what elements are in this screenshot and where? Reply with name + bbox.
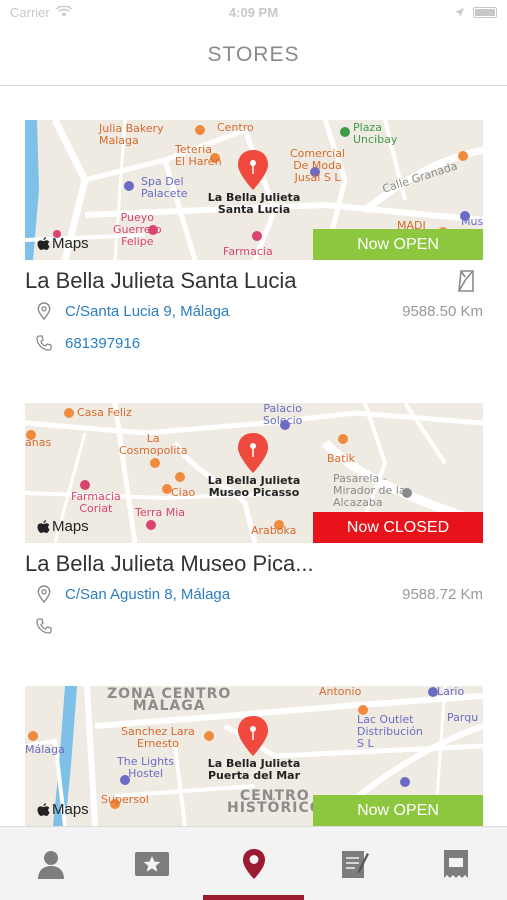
store-card[interactable]: Julia Bakery Malaga Centro Teteria El Haré… (25, 120, 483, 358)
receipt-icon (444, 849, 469, 878)
open-status-badge: Now OPEN (313, 229, 483, 260)
map-poi-label: Lac Outlet Distribución S L (357, 713, 423, 750)
store-map[interactable]: Casa Feliz Palacio Solecio anas La Cosmopo… (25, 403, 483, 543)
map-poi-label: Spa Del Palacete (141, 175, 188, 200)
page-title: STORES (207, 42, 300, 66)
map-pin-label: La Bella Julieta Santa Lucia (207, 191, 301, 216)
map-district-label: CENTRO HISTÓRICO (227, 788, 323, 816)
store-address-link[interactable]: C/San Agustin 8, Málaga (65, 586, 402, 603)
store-distance: 9588.72 Km (402, 585, 483, 603)
nav-header: STORES (0, 24, 507, 86)
carrier-label: Carrier (10, 4, 50, 20)
map-pin-label: La Bella Julieta Museo Picasso (207, 474, 301, 499)
star-ticket-icon (135, 851, 170, 876)
tab-favorites[interactable] (101, 827, 202, 900)
map-poi-label: anas (25, 436, 52, 449)
map-poi-label: Julia Bakery Malaga (99, 122, 164, 147)
map-pin-label: La Bella Julieta Puerta del Mar (207, 757, 301, 782)
notepad-icon (341, 850, 369, 878)
apple-icon (37, 237, 50, 250)
store-name[interactable]: La Bella Julieta Santa Lucia (25, 268, 297, 294)
map-poi-label: La Cosmopolita (119, 432, 188, 457)
map-poi-label: Mus (461, 215, 483, 228)
store-name[interactable]: La Bella Julieta Museo Pica... (25, 551, 314, 577)
map-poi-label: Comercial De Moda Jusal S L (290, 147, 346, 184)
map-poi-label: Parqu (447, 711, 479, 724)
location-pin-icon (37, 302, 51, 320)
closed-status-badge: Now CLOSED (313, 512, 483, 543)
map-poi-label: The Lights Hostel (117, 755, 175, 780)
apple-icon (37, 803, 50, 816)
battery-icon (473, 6, 497, 18)
map-poi-label: Málaga (25, 743, 65, 756)
apple-icon (37, 520, 50, 533)
map-poi-label: Farmacia (223, 245, 273, 258)
status-bar: Carrier 4:09 PM (0, 0, 507, 24)
map-poi-label: Pasarela - Mirador de la Alcazaba (333, 472, 406, 509)
phone-row[interactable]: 681397916 (25, 328, 483, 358)
phone-icon (36, 335, 52, 351)
address-row[interactable]: C/Santa Lucia 9, Málaga 9588.50 Km (25, 296, 483, 326)
map-pin-icon (238, 716, 268, 756)
map-pin-icon (238, 150, 268, 190)
map-poi-label: Sanchez Lara Ernesto (121, 725, 195, 750)
person-icon (37, 850, 64, 879)
tab-menu[interactable] (304, 827, 405, 900)
apple-maps-logo: Maps (37, 801, 89, 818)
apple-maps-logo: Maps (37, 235, 89, 252)
location-arrow-icon (455, 7, 464, 17)
map-poi-label: Palacio Solecio (263, 403, 303, 427)
map-poi-label: Terra Mia (135, 506, 185, 519)
map-poi-label: Batik (327, 452, 356, 465)
phone-icon (36, 618, 52, 634)
map-poi-label: Lario (437, 686, 465, 698)
store-card[interactable]: ZONA CENTRO MALAGA Antonio Lario Parqu Sa… (25, 686, 483, 826)
map-poi-label: Ciao (171, 486, 196, 499)
store-phone-link[interactable]: 681397916 (65, 335, 483, 352)
store-address-link[interactable]: C/Santa Lucia 9, Málaga (65, 303, 402, 320)
tab-profile[interactable] (0, 827, 101, 900)
map-poi-label: Farmacia Coriat (71, 490, 121, 515)
tab-stores[interactable] (202, 827, 305, 900)
apple-maps-logo: Maps (37, 518, 89, 535)
map-poi-label: Teteria El Harén (175, 143, 222, 168)
address-row[interactable]: C/San Agustin 8, Málaga 9588.72 Km (25, 579, 483, 609)
map-poi-label: Supersol (101, 793, 149, 806)
map-district-label: ZONA CENTRO MALAGA (107, 686, 232, 714)
store-card[interactable]: Casa Feliz Palacio Solecio anas La Cosmopo… (25, 403, 483, 641)
status-time: 4:09 PM (228, 4, 279, 20)
store-map[interactable]: ZONA CENTRO MALAGA Antonio Lario Parqu Sa… (25, 686, 483, 826)
map-pin-icon (242, 848, 265, 879)
menu-card-icon[interactable] (455, 269, 477, 293)
map-pin-icon (238, 433, 268, 473)
map-poi-label: Pueyo Guerrero Felipe (113, 211, 162, 248)
store-list[interactable]: Julia Bakery Malaga Centro Teteria El Haré… (0, 87, 507, 827)
tab-receipts[interactable] (406, 827, 507, 900)
location-pin-icon (37, 585, 51, 603)
map-poi-label: Casa Feliz (77, 406, 132, 419)
map-poi-label: Antonio (319, 686, 362, 698)
open-status-badge: Now OPEN (313, 795, 483, 826)
tab-bar (0, 826, 507, 900)
map-poi-label: Plaza Uncibay (353, 121, 398, 146)
store-map[interactable]: Julia Bakery Malaga Centro Teteria El Haré… (25, 120, 483, 260)
map-poi-label: Centro (217, 121, 254, 134)
store-distance: 9588.50 Km (402, 302, 483, 320)
phone-row[interactable] (25, 611, 483, 641)
map-poi-label: Araboka (251, 524, 297, 537)
wifi-icon (55, 6, 72, 17)
